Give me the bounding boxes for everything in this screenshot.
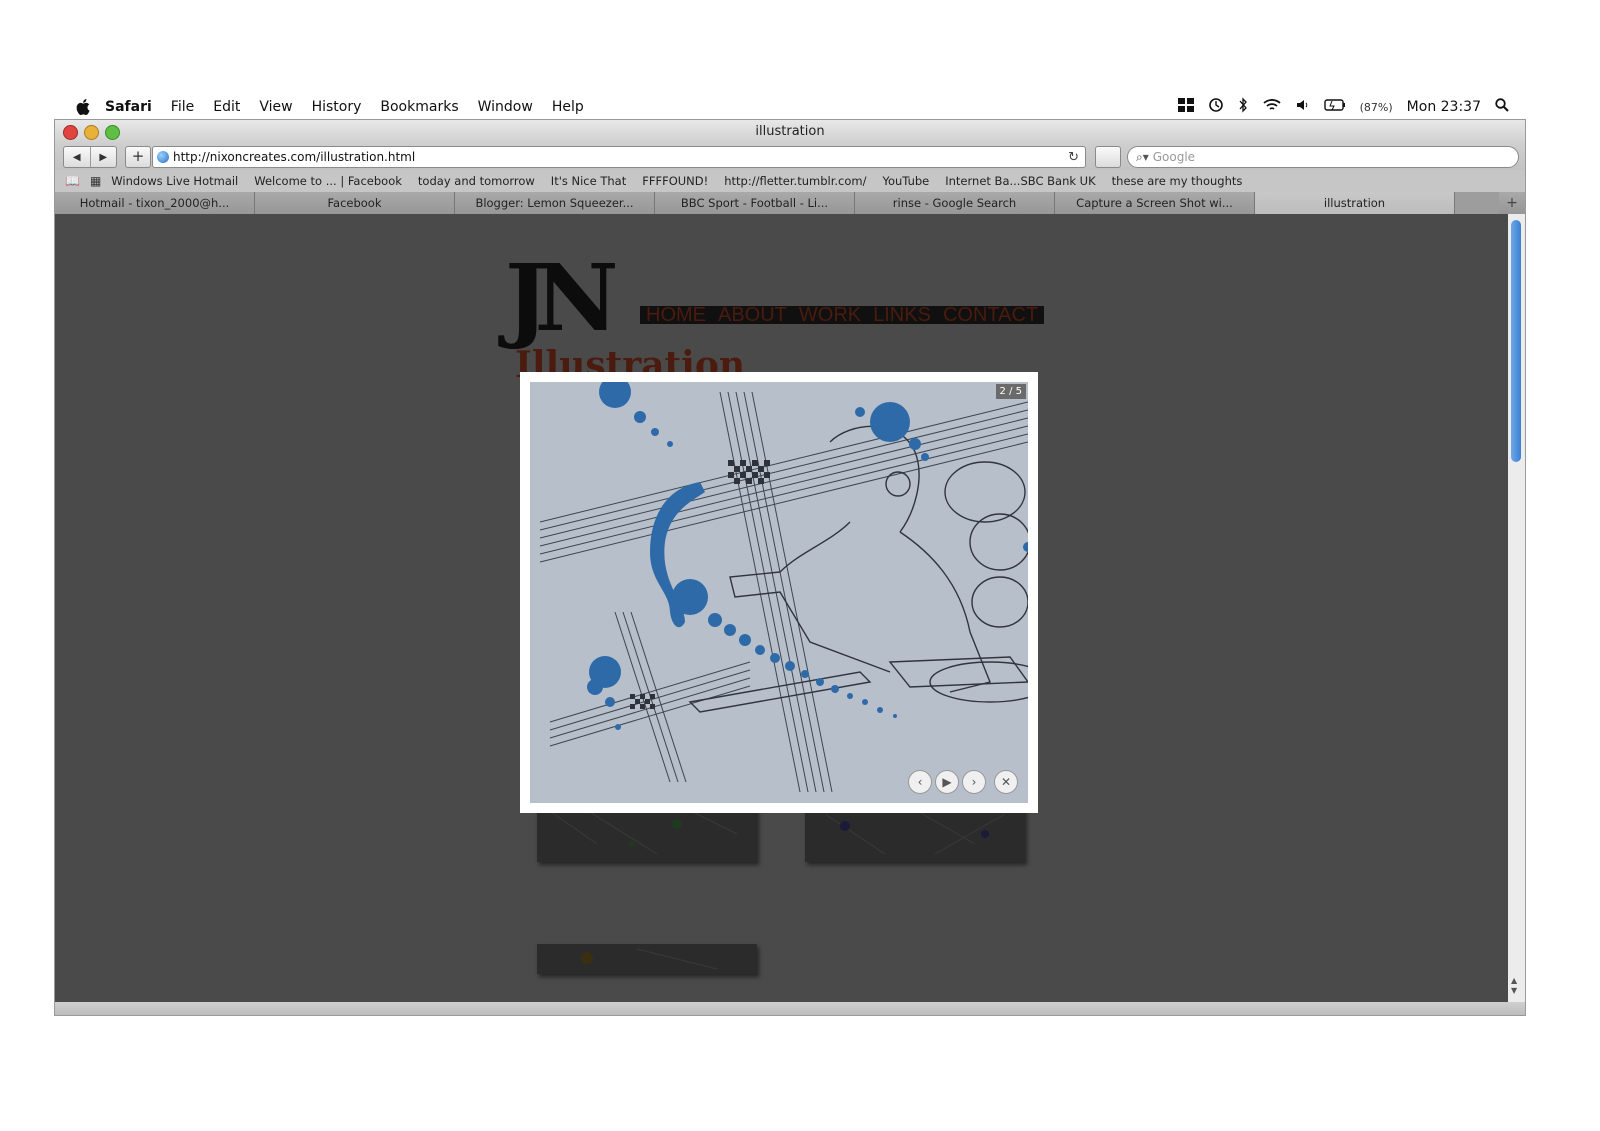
bookmark-item[interactable]: Windows Live Hotmail <box>111 174 238 188</box>
bookmark-item[interactable]: Internet Ba...SBC Bank UK <box>945 174 1095 188</box>
play-icon[interactable]: ▶ <box>935 770 959 794</box>
battery-percentage: (87%) <box>1359 100 1393 114</box>
bookmark-item[interactable]: today and tomorrow <box>418 174 535 188</box>
top-sites-grid-icon[interactable]: ▦ <box>90 174 101 188</box>
tab-facebook[interactable]: Facebook <box>255 192 455 214</box>
window-title: illustration <box>755 124 825 139</box>
forward-arrow-icon[interactable]: ▶ <box>91 147 117 167</box>
browser-window: illustration ◀ ▶ + http://nixoncreates.c… <box>55 120 1525 1015</box>
menu-window[interactable]: Window <box>478 99 533 115</box>
reload-icon[interactable]: ↻ <box>1068 150 1079 165</box>
nav-work[interactable]: WORK <box>799 304 861 327</box>
tab-blogger[interactable]: Blogger: Lemon Squeezer... <box>455 192 655 214</box>
tab-bbc-sport[interactable]: BBC Sport - Football - Li... <box>655 192 855 214</box>
clock[interactable]: Mon 23:37 <box>1407 99 1481 115</box>
page-content: JN HOME ABOUT WORK LINKS CONTACT Illustr… <box>55 214 1508 1002</box>
book-icon[interactable]: 📖 <box>65 174 80 188</box>
bookmarks-bar: 📖 ▦ Windows Live Hotmail Welcome to ... … <box>55 170 1525 192</box>
tab-capture-screenshot[interactable]: Capture a Screen Shot wi... <box>1055 192 1255 214</box>
back-forward-buttons: ◀ ▶ <box>63 146 117 168</box>
apple-icon[interactable] <box>73 99 93 115</box>
site-nav: HOME ABOUT WORK LINKS CONTACT <box>640 304 1045 327</box>
toolbar: ◀ ▶ + http://nixoncreates.com/illustrati… <box>55 144 1525 170</box>
back-arrow-icon[interactable]: ◀ <box>64 147 91 167</box>
search-placeholder: Google <box>1152 150 1196 164</box>
gallery-thumbnail[interactable] <box>537 944 757 974</box>
bookmark-item[interactable]: YouTube <box>882 174 929 188</box>
menu-file[interactable]: File <box>171 99 194 115</box>
spaces-icon[interactable] <box>1177 98 1194 116</box>
wifi-icon[interactable] <box>1262 98 1282 116</box>
battery-icon[interactable] <box>1323 99 1346 115</box>
next-icon[interactable]: › <box>962 770 986 794</box>
search-field[interactable]: ⌕▾ Google <box>1127 146 1519 168</box>
nav-home[interactable]: HOME <box>646 304 706 327</box>
menu-app-name[interactable]: Safari <box>105 99 152 115</box>
nav-contact[interactable]: CONTACT <box>943 304 1038 327</box>
spotlight-icon[interactable] <box>1495 98 1509 116</box>
scroll-arrows-icon[interactable]: ▲ ▼ <box>1511 976 1517 996</box>
title-bar[interactable]: illustration <box>55 120 1525 144</box>
bookmark-item[interactable]: It's Nice That <box>551 174 626 188</box>
snapback-icon[interactable] <box>1095 146 1121 168</box>
bookmark-item[interactable]: FFFFOUND! <box>642 174 708 188</box>
add-bookmark-button[interactable]: + <box>125 146 151 168</box>
tab-bar: Hotmail - tixon_2000@h... Facebook Blogg… <box>55 192 1525 214</box>
time-machine-icon[interactable] <box>1208 97 1224 117</box>
illustration-image[interactable]: 2 / 5 ‹ ▶ › ✕ <box>530 382 1028 803</box>
nav-links[interactable]: LINKS <box>873 304 931 327</box>
lightbox: 2 / 5 ‹ ▶ › ✕ <box>520 372 1038 813</box>
tab-illustration[interactable]: illustration <box>1255 192 1455 214</box>
tab-hotmail[interactable]: Hotmail - tixon_2000@h... <box>55 192 255 214</box>
menu-bookmarks[interactable]: Bookmarks <box>380 99 458 115</box>
bluetooth-icon[interactable] <box>1238 97 1248 117</box>
globe-icon <box>157 151 169 163</box>
vertical-scrollbar[interactable]: ▲ ▼ <box>1508 214 1525 1002</box>
menu-view[interactable]: View <box>259 99 292 115</box>
nav-about[interactable]: ABOUT <box>718 304 787 327</box>
url-text[interactable]: http://nixoncreates.com/illustration.htm… <box>173 150 415 164</box>
menu-help[interactable]: Help <box>552 99 584 115</box>
tab-google-search[interactable]: rinse - Google Search <box>855 192 1055 214</box>
bookmark-item[interactable]: http://fletter.tumblr.com/ <box>724 174 866 188</box>
image-counter: 2 / 5 <box>995 384 1026 399</box>
bookmark-item[interactable]: these are my thoughts <box>1112 174 1243 188</box>
new-tab-icon[interactable]: + <box>1499 192 1525 214</box>
search-icon: ⌕▾ <box>1136 149 1149 164</box>
mac-menu-bar: Safari File Edit View History Bookmarks … <box>55 94 1525 120</box>
site-logo[interactable]: JN <box>505 244 619 352</box>
status-bar <box>55 1002 1525 1015</box>
menu-history[interactable]: History <box>312 99 362 115</box>
close-icon[interactable]: ✕ <box>994 770 1018 794</box>
address-bar[interactable]: http://nixoncreates.com/illustration.htm… <box>152 146 1086 168</box>
scroll-thumb[interactable] <box>1511 220 1521 462</box>
bookmark-item[interactable]: Welcome to ... | Facebook <box>254 174 402 188</box>
volume-icon[interactable] <box>1296 98 1310 116</box>
previous-icon[interactable]: ‹ <box>908 770 932 794</box>
menu-edit[interactable]: Edit <box>213 99 240 115</box>
